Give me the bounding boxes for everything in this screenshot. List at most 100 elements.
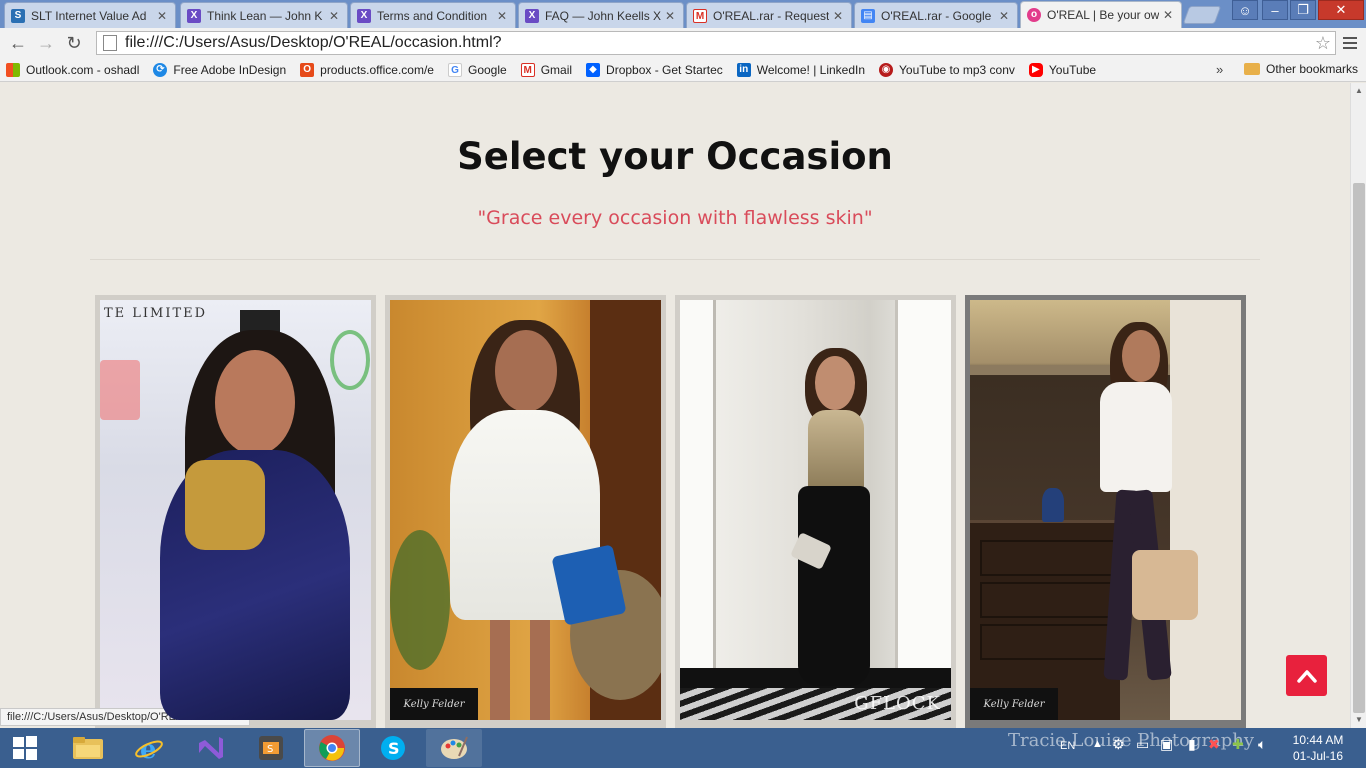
plant [390, 530, 450, 670]
display-icon[interactable]: ▣ [1160, 736, 1173, 753]
connection-error-icon[interactable]: ✖ [1208, 736, 1220, 753]
page-subtitle: "Grace every occasion with flawless skin… [477, 207, 873, 229]
occasion-photo[interactable]: Kelly Felder [390, 300, 661, 720]
skype-button[interactable]: S [365, 729, 421, 767]
bookmark-indesign[interactable]: ⟳ Free Adobe InDesign [153, 62, 286, 77]
url-input[interactable] [125, 34, 1311, 52]
tab-gmail[interactable]: M O'REAL.rar - Request ✕ [686, 2, 852, 28]
close-icon[interactable]: ✕ [1163, 8, 1175, 22]
chevron-up-icon[interactable]: ▲ [1092, 738, 1103, 750]
action-center-icon[interactable]: ▭ [1136, 736, 1149, 753]
scroll-thumb[interactable] [1353, 183, 1365, 713]
occasion-photo[interactable]: TE LIMITED [100, 300, 371, 720]
tab-oreal-active[interactable]: o O'REAL | Be your own ✕ [1020, 1, 1182, 28]
sublime-text-button[interactable]: S [243, 729, 299, 767]
bookmark-linkedin[interactable]: in Welcome! | LinkedIn [736, 62, 865, 77]
bookmark-google[interactable]: G Google [447, 62, 507, 77]
network-icon[interactable]: ⚙ [1112, 736, 1125, 753]
occasion-card[interactable]: GFLOCK [675, 295, 956, 728]
more-bookmarks-chevron-icon[interactable]: » [1216, 62, 1223, 77]
scroll-up-arrow-icon[interactable]: ▲ [1351, 83, 1366, 99]
file-explorer-button[interactable] [60, 729, 116, 767]
occasion-photo[interactable]: Kelly Felder [970, 300, 1241, 720]
close-icon[interactable]: ✕ [999, 9, 1011, 23]
bookmark-label: Outlook.com - oshadl [26, 62, 140, 77]
windows-start-button[interactable] [0, 728, 50, 768]
model-gown [798, 486, 870, 686]
record-icon: ◉ [879, 62, 894, 77]
bookmark-office[interactable]: Oproducts.office.com/e [300, 62, 434, 77]
back-to-top-button[interactable] [1286, 655, 1327, 696]
close-icon[interactable]: ✕ [665, 9, 677, 23]
close-icon[interactable]: ✕ [497, 9, 509, 23]
minimize-button[interactable]: – [1262, 0, 1288, 20]
paint-palette-icon [441, 736, 468, 759]
other-bookmarks-label: Other bookmarks [1266, 62, 1359, 76]
tab-terms[interactable]: X Terms and Condition ✕ [350, 2, 516, 28]
volume-icon[interactable]: 🔈︎ [1258, 736, 1266, 753]
tab-think-lean[interactable]: X Think Lean — John K ✕ [180, 2, 348, 28]
occasion-photo[interactable]: GFLOCK [680, 300, 951, 720]
close-icon[interactable]: ✕ [833, 9, 845, 23]
skype-icon: S [381, 736, 405, 760]
close-icon[interactable]: ✕ [329, 9, 341, 23]
occasion-card[interactable]: TE LIMITED [95, 295, 376, 728]
reload-icon[interactable]: ↻ [60, 29, 88, 57]
sublime-text-icon: S [259, 736, 283, 760]
handbag [1132, 550, 1198, 620]
bookmarks-bar: Outlook.com - oshadl ⟳ Free Adobe InDesig… [0, 58, 1366, 82]
model-face [495, 330, 557, 412]
office-icon: O [300, 62, 315, 77]
clock-date: 01-Jul-16 [1292, 749, 1344, 763]
chrome-button[interactable] [304, 729, 360, 767]
scroll-down-arrow-icon[interactable]: ▼ [1351, 712, 1366, 728]
tab-title: SLT Internet Value Ad [31, 8, 147, 23]
internet-explorer-button[interactable]: e [121, 729, 177, 767]
page-icon [103, 35, 117, 51]
tab-slt[interactable]: S SLT Internet Value Ad ✕ [4, 2, 176, 28]
tab-google-docs[interactable]: ▤ O'REAL.rar - Google ✕ [854, 2, 1018, 28]
visual-studio-button[interactable] [182, 729, 238, 767]
backdrop-graphic [100, 360, 140, 420]
back-arrow-icon[interactable]: ← [4, 29, 32, 57]
page-title: Select your Occasion [457, 135, 893, 178]
occasion-card[interactable]: Kelly Felder [385, 295, 666, 728]
vertical-scrollbar[interactable]: ▲ ▼ [1350, 83, 1366, 728]
wall [1170, 300, 1241, 720]
menu-icon[interactable] [1338, 31, 1362, 55]
close-icon[interactable]: ✕ [157, 9, 169, 23]
update-icon[interactable]: ✚ [1232, 736, 1244, 753]
bookmark-outlook[interactable]: Outlook.com - oshadl [6, 62, 140, 77]
bookmark-youtube[interactable]: ▶ YouTube [1028, 62, 1096, 77]
visual-studio-icon [199, 737, 223, 759]
new-tab-button[interactable] [1182, 6, 1222, 24]
tab-title: O'REAL.rar - Google [881, 8, 992, 23]
brand-watermark: GFLOCK [854, 693, 941, 714]
vase [1042, 488, 1064, 522]
tab-faq[interactable]: X FAQ — John Keells X ✕ [518, 2, 684, 28]
restore-button[interactable]: ❐ [1290, 0, 1316, 20]
paint-button[interactable] [426, 729, 482, 767]
internet-explorer-icon: e [135, 735, 163, 763]
slt-icon: S [11, 8, 25, 23]
bookmark-dropbox[interactable]: ◆ Dropbox - Get Startec [586, 62, 723, 77]
forward-arrow-icon[interactable]: → [32, 29, 60, 57]
bookmark-star-icon[interactable]: ☆ [1311, 33, 1335, 54]
gmail-icon: M [520, 62, 535, 77]
close-window-button[interactable]: ✕ [1318, 0, 1364, 20]
battery-icon[interactable]: ▮ [1188, 736, 1196, 753]
bookmark-gmail[interactable]: M Gmail [520, 62, 572, 77]
x-icon: X [525, 8, 539, 23]
language-indicator[interactable]: EN [1060, 740, 1075, 752]
bookmark-youtube-mp3[interactable]: ◉ YouTube to mp3 conv [879, 62, 1015, 77]
other-bookmarks[interactable]: Other bookmarks [1244, 62, 1358, 76]
clock[interactable]: 10:44 AM 01-Jul-16 [1284, 732, 1352, 764]
model-face [815, 356, 855, 410]
occasion-card-selected[interactable]: Kelly Felder [965, 295, 1246, 728]
address-bar[interactable]: ☆ [96, 31, 1336, 55]
tab-title: Terms and Condition [377, 8, 488, 23]
user-icon[interactable]: ☺ [1232, 0, 1258, 20]
photographer-logo: Kelly Felder [970, 688, 1058, 720]
photo-backdrop-text: TE LIMITED [104, 306, 208, 321]
youtube-icon: ▶ [1028, 62, 1043, 77]
